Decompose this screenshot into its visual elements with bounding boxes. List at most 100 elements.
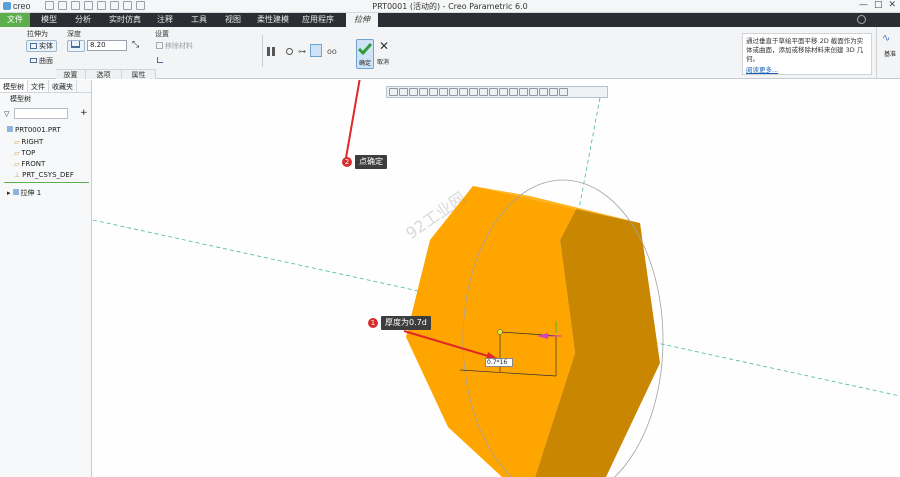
section-icon[interactable]	[469, 88, 478, 96]
view-manager-icon[interactable]	[559, 88, 568, 96]
tree-item-csys-label: PRT_CSYS_DEF	[22, 171, 74, 179]
depth-value-input[interactable]: 8.20	[87, 40, 127, 51]
thicken-sketch-icon[interactable]	[157, 57, 163, 63]
depth-type-dropdown[interactable]	[67, 40, 85, 52]
perspective-icon[interactable]	[459, 88, 468, 96]
window-title: PRT0001 (活动的) - Creo Parametric 6.0	[372, 2, 528, 11]
repaint-icon[interactable]	[419, 88, 428, 96]
orient-icon[interactable]	[429, 88, 438, 96]
datum-plane-icon: ▱	[14, 160, 20, 168]
point-display-icon[interactable]	[499, 88, 508, 96]
saved-views-icon[interactable]	[439, 88, 448, 96]
model-tree-toolbar-label: 模型树	[10, 95, 31, 103]
tab-model-tree[interactable]: 模型树	[0, 80, 28, 92]
read-more-link[interactable]: 阅读更多...	[746, 66, 868, 75]
datum-curve-icon: ∿	[882, 33, 891, 44]
tree-item-csys[interactable]: ⊥ PRT_CSYS_DEF	[14, 171, 74, 179]
verify-mode-icon[interactable]	[310, 44, 322, 57]
tab-model[interactable]: 模型	[32, 13, 66, 27]
tab-extrude[interactable]: 拉伸	[346, 13, 378, 27]
datum-group[interactable]: ∿ 基准	[876, 27, 900, 79]
add-icon[interactable]: +	[80, 108, 88, 118]
extrude-as-label: 拉伸为	[27, 30, 48, 38]
tab-favorites[interactable]: 收藏夹	[49, 80, 77, 92]
window-controls: — □ ✕	[859, 0, 896, 10]
refit-icon[interactable]	[389, 88, 398, 96]
solid-button[interactable]: 实体	[26, 40, 57, 52]
zoom-out-icon[interactable]	[409, 88, 418, 96]
solid-button-label: 实体	[39, 42, 53, 50]
depth-value: 8.20	[90, 41, 106, 49]
dimension-value: 0.7*16	[487, 359, 508, 366]
blind-depth-icon	[71, 41, 80, 48]
close-button[interactable]: ✕	[888, 0, 896, 10]
datum-display-icon[interactable]	[479, 88, 488, 96]
surface-button[interactable]: 曲面	[30, 56, 53, 66]
callout-confirm: 点确定	[355, 155, 387, 169]
tab-tools[interactable]: 工具	[182, 13, 216, 27]
ok-label: 确定	[359, 60, 372, 67]
remove-material-button[interactable]: 移除材料	[156, 41, 193, 51]
filter-icon[interactable]: ▽	[4, 110, 9, 118]
callout-badge-1: 1	[368, 318, 378, 328]
graphics-window[interactable]	[93, 80, 900, 477]
callout-badge-2: 2	[342, 157, 352, 167]
drag-handle[interactable]	[497, 329, 503, 335]
minimize-button[interactable]: —	[859, 0, 868, 10]
tab-flexible-modeling[interactable]: 柔性建模	[252, 13, 294, 27]
tree-item-part[interactable]: PRT0001.PRT	[7, 126, 61, 134]
model-view	[93, 80, 900, 477]
tree-item-extrude[interactable]: ▸ 拉伸 1	[7, 188, 41, 198]
tab-view[interactable]: 视图	[216, 13, 250, 27]
depth-dimension-input[interactable]: 0.7*16	[485, 358, 513, 367]
spin-center-icon[interactable]	[529, 88, 538, 96]
tree-search-input[interactable]	[14, 108, 68, 119]
glasses-icon[interactable]: oo	[327, 47, 337, 56]
tag-display-icon[interactable]	[539, 88, 548, 96]
preview-icon[interactable]: ⊶	[298, 47, 306, 56]
cancel-label: 取消	[377, 59, 390, 66]
datum-plane-icon: ▱	[14, 138, 20, 146]
pause-icon[interactable]	[267, 47, 270, 56]
tree-item-extrude-label: 拉伸 1	[20, 189, 42, 197]
part-icon	[7, 126, 13, 132]
annotation-display-icon[interactable]	[519, 88, 528, 96]
tree-item-right-label: RIGHT	[21, 138, 44, 146]
surface-icon	[30, 58, 37, 63]
tree-item-right[interactable]: ▱ RIGHT	[14, 138, 43, 146]
ok-button[interactable]: 确定	[356, 39, 374, 69]
tab-live-simulation[interactable]: 实时仿真	[102, 13, 148, 27]
tab-folder-browser[interactable]: 文件	[28, 80, 49, 92]
cancel-x-icon: ✕	[379, 39, 390, 53]
view-toolbar	[386, 86, 608, 98]
insert-indicator	[4, 182, 89, 183]
tab-analysis[interactable]: 分析	[66, 13, 100, 27]
extrude-ribbon: 拉伸为 实体 曲面 深度 8.20 ⤡ 设置 移除材料 ⊶ oo 确定 ✕ 取消…	[0, 27, 900, 79]
model-tree-toolbar: 模型树	[0, 93, 91, 105]
axis-display-icon[interactable]	[489, 88, 498, 96]
tree-item-front[interactable]: ▱ FRONT	[14, 160, 45, 168]
help-icon[interactable]	[857, 15, 866, 24]
tree-item-front-label: FRONT	[21, 160, 46, 168]
appearance-icon[interactable]	[549, 88, 558, 96]
ribbon-separator	[262, 35, 263, 67]
no-preview-icon[interactable]	[286, 48, 293, 55]
properties-tab[interactable]: 属性	[122, 69, 156, 79]
datum-label: 基准	[884, 51, 897, 58]
tab-applications[interactable]: 应用程序	[296, 13, 340, 27]
hint-text: 通过垂直于草绘平面平移 2D 截面作为实体或曲面，添加或移除材料来创建 3D 几…	[746, 37, 864, 63]
maximize-button[interactable]: □	[874, 0, 883, 10]
csys-display-icon[interactable]	[509, 88, 518, 96]
options-tab[interactable]: 选项	[86, 69, 122, 79]
flip-direction-icon[interactable]: ⤡	[132, 40, 139, 50]
placement-tab[interactable]: 放置	[56, 69, 86, 79]
tab-file[interactable]: 文件	[0, 13, 30, 27]
display-style-icon[interactable]	[449, 88, 458, 96]
tree-item-top[interactable]: ▱ TOP	[14, 149, 35, 157]
tab-annotate[interactable]: 注释	[148, 13, 182, 27]
callout-arrow-2	[345, 80, 361, 159]
zoom-in-icon[interactable]	[399, 88, 408, 96]
cancel-button[interactable]: ✕ 取消	[376, 39, 394, 69]
extrude-feature-icon	[12, 189, 19, 195]
menu-bar: 文件 模型 分析 实时仿真 注释 工具 视图 柔性建模 应用程序 拉伸	[0, 13, 900, 27]
